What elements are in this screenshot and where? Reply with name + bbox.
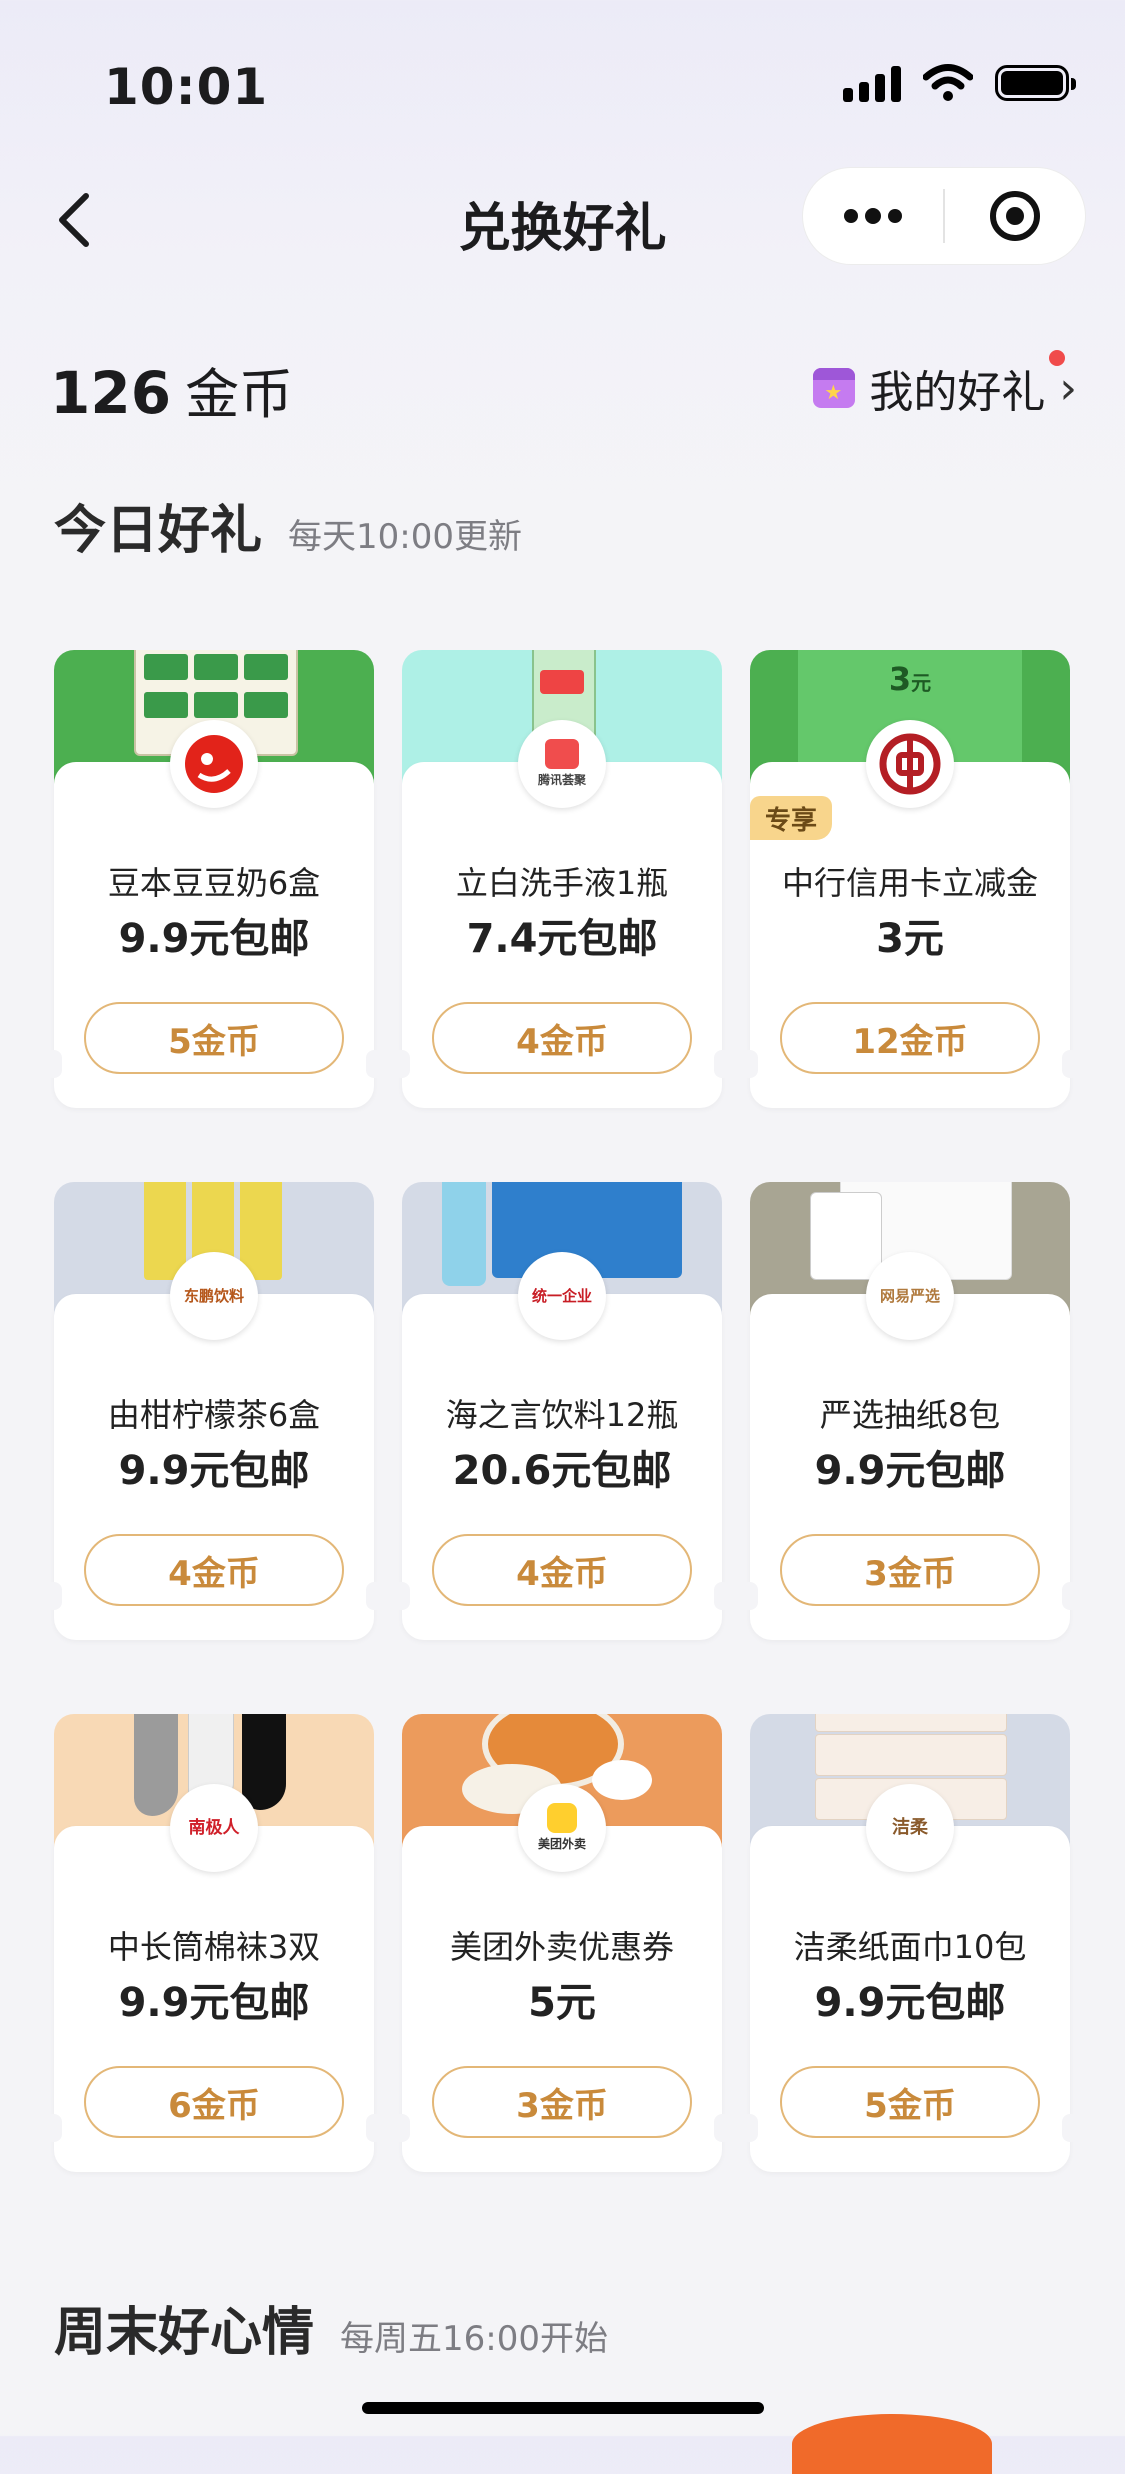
my-gifts-label: 我的好礼: [869, 367, 1046, 418]
voucher-amount: 3: [888, 660, 912, 698]
close-miniprogram-button[interactable]: [945, 168, 1085, 264]
gift-price: 9.9元包邮: [814, 1980, 1006, 2026]
more-button[interactable]: [803, 168, 943, 264]
coin-count: 126: [50, 359, 172, 427]
more-dots-icon: [844, 208, 902, 224]
brand-logo-meituan: 美团外卖: [518, 1784, 606, 1872]
voucher-unit: 元: [911, 671, 932, 695]
gift-price: 7.4元包邮: [466, 916, 658, 962]
section-subtitle: 每天10:00更新: [288, 517, 522, 557]
brand-logo-tencent: 腾讯荟聚: [518, 720, 606, 808]
gift-name: 中长筒棉袜3双: [107, 1928, 321, 1966]
gift-price: 9.9元包邮: [118, 916, 310, 962]
brand-logo-nanjiren: 南极人: [170, 1784, 258, 1872]
redeem-button[interactable]: 5金币: [84, 1002, 344, 1074]
exclusive-tag: 专享: [750, 796, 832, 840]
coin-balance: 126 金币: [50, 350, 293, 429]
gift-price: 3元: [876, 916, 944, 962]
brand-name: 美团外卖: [537, 1837, 586, 1851]
redeem-button[interactable]: 6金币: [84, 2066, 344, 2138]
notification-dot: [1049, 350, 1065, 366]
gift-card[interactable]: 美团外卖 美团外卖优惠券 5元 3金币: [394, 1714, 730, 2172]
gift-price: 9.9元包邮: [118, 1980, 310, 2026]
mini-program-capsule: [803, 168, 1085, 264]
brand-name: 东鹏饮料: [183, 1287, 244, 1305]
brand-logo-uni-president: 统一企业: [518, 1252, 606, 1340]
gift-price: 9.9元包邮: [814, 1448, 1006, 1494]
section-today: 今日好礼 每天10:00更新: [54, 488, 522, 563]
gift-card[interactable]: 洁柔 洁柔纸面巾10包 9.9元包邮 5金币: [742, 1714, 1078, 2172]
brand-logo-c-and-s: 洁柔: [866, 1784, 954, 1872]
gift-card[interactable]: 网易严选 严选抽纸8包 9.9元包邮 3金币: [742, 1182, 1078, 1640]
gift-name: 中行信用卡立减金: [781, 864, 1038, 902]
redeem-button[interactable]: 12金币: [780, 1002, 1040, 1074]
brand-name: 南极人: [188, 1818, 240, 1838]
status-time: 10:01: [104, 58, 269, 116]
wifi-icon: [923, 64, 973, 101]
section-title: 周末好心情: [54, 2303, 315, 2363]
gift-name: 严选抽纸8包: [819, 1396, 1001, 1434]
brand-logo-netease-yanxuan: 网易严选: [866, 1252, 954, 1340]
brand-logo-boc: [866, 720, 954, 808]
redeem-button[interactable]: 4金币: [432, 1002, 692, 1074]
gift-card[interactable]: 豆本豆豆奶6盒 9.9元包邮 5金币: [46, 650, 382, 1108]
my-gifts-link[interactable]: ★ 我的好礼 ›: [813, 356, 1077, 420]
gift-box-icon: ★: [813, 368, 856, 408]
gift-card[interactable]: 腾讯荟聚 立白洗手液1瓶 7.4元包邮 4金币: [394, 650, 730, 1108]
brand-name: 网易严选: [879, 1287, 940, 1305]
brand-logo-dongpeng: 东鹏饮料: [170, 1252, 258, 1340]
gift-card[interactable]: 南极人 中长筒棉袜3双 9.9元包邮 6金币: [46, 1714, 382, 2172]
target-icon: [990, 191, 1040, 241]
section-subtitle: 每周五16:00开始: [340, 2319, 608, 2359]
brand-name: 统一企业: [531, 1287, 592, 1305]
brand-name: 洁柔: [892, 1817, 928, 1838]
gift-price: 5元: [528, 1980, 596, 2026]
section-weekend: 周末好心情 每周五16:00开始: [54, 2290, 608, 2365]
brand-logo-jd: [170, 720, 258, 808]
gift-name: 洁柔纸面巾10包: [793, 1928, 1027, 1966]
brand-name: 腾讯荟聚: [537, 773, 586, 787]
gift-name: 立白洗手液1瓶: [455, 864, 669, 902]
gift-price: 9.9元包邮: [118, 1448, 310, 1494]
gift-name: 豆本豆豆奶6盒: [107, 864, 321, 902]
gift-card[interactable]: 东鹏饮料 由柑柠檬茶6盒 9.9元包邮 4金币: [46, 1182, 382, 1640]
gift-name: 由柑柠檬茶6盒: [107, 1396, 321, 1434]
chevron-right-icon: ›: [1059, 362, 1077, 414]
weekend-card-peek: [792, 2414, 992, 2474]
redeem-button[interactable]: 5金币: [780, 2066, 1040, 2138]
signal-icon: [843, 64, 901, 102]
status-icons: [843, 64, 1076, 102]
redeem-button[interactable]: 4金币: [84, 1534, 344, 1606]
coin-unit: 金币: [185, 363, 294, 426]
home-indicator[interactable]: [362, 2402, 764, 2414]
gift-card[interactable]: 统一企业 海之言饮料12瓶 20.6元包邮 4金币: [394, 1182, 730, 1640]
battery-icon: [995, 65, 1076, 101]
section-title: 今日好礼: [54, 501, 263, 561]
gift-name: 美团外卖优惠券: [449, 1928, 674, 1966]
gift-price: 20.6元包邮: [452, 1448, 672, 1494]
redeem-button[interactable]: 3金币: [432, 2066, 692, 2138]
gift-name: 海之言饮料12瓶: [445, 1396, 679, 1434]
gift-card[interactable]: 3元 专享 中行信用卡立减金 3元 12金币: [742, 650, 1078, 1108]
redeem-button[interactable]: 4金币: [432, 1534, 692, 1606]
redeem-button[interactable]: 3金币: [780, 1534, 1040, 1606]
